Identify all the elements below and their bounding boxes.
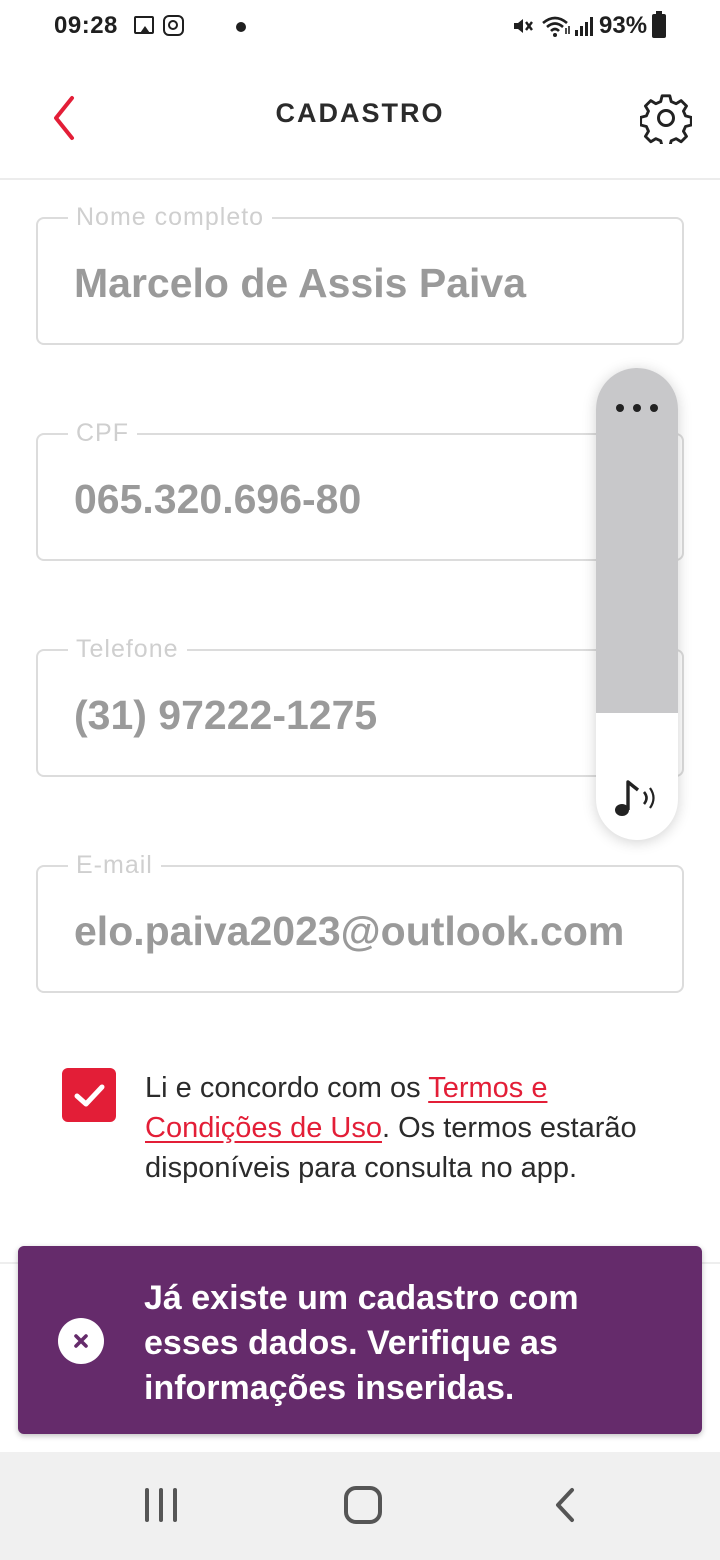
error-toast: Já existe um cadastro com esses dados. V… (18, 1246, 702, 1434)
mute-icon (514, 19, 533, 33)
back-icon[interactable] (550, 1484, 580, 1526)
home-icon[interactable] (344, 1486, 382, 1524)
email-field[interactable]: E-mail elo.paiva2023@outlook.com (36, 849, 684, 993)
field-label: Nome completo (68, 201, 273, 233)
app-header: CADASTRO (0, 56, 720, 180)
full-name-field[interactable]: Nome completo Marcelo de Assis Paiva (36, 201, 684, 345)
field-value: Marcelo de Assis Paiva (74, 260, 527, 306)
page-title: CADASTRO (275, 98, 445, 128)
field-label: Telefone (68, 633, 187, 665)
battery-icon (652, 11, 666, 38)
system-nav-bar (0, 1452, 720, 1560)
phone-field[interactable]: Telefone (31) 97222-1275 (36, 633, 684, 777)
terms-checkbox[interactable] (62, 1068, 116, 1122)
recent-apps-icon[interactable] (143, 1488, 183, 1524)
toast-message: Já existe um cadastro com esses dados. V… (144, 1279, 579, 1407)
volume-panel[interactable] (596, 368, 678, 840)
gallery-icon (134, 16, 154, 34)
status-time: 09:28 (54, 12, 118, 39)
gear-icon[interactable] (640, 92, 692, 144)
wifi-icon (542, 16, 570, 37)
signal-icon (575, 17, 593, 36)
instagram-icon (163, 15, 184, 36)
terms-text: Li e concordo com os Termos e Condições … (145, 1068, 690, 1188)
field-label: E-mail (68, 849, 161, 881)
music-note-icon[interactable] (612, 776, 662, 820)
field-value: (31) 97222-1275 (74, 692, 378, 738)
field-value: 065.320.696-80 (74, 476, 362, 522)
field-label: CPF (68, 417, 137, 449)
terms-text-before: Li e concordo com os (145, 1072, 429, 1104)
field-value: elo.paiva2023@outlook.com (74, 908, 625, 954)
dot-icon (236, 22, 246, 32)
cpf-field[interactable]: CPF 065.320.696-80 (36, 417, 684, 561)
more-horizontal-icon[interactable] (614, 394, 660, 422)
close-icon[interactable] (58, 1318, 104, 1364)
battery-percent: 93% (599, 12, 648, 39)
status-bar: 09:28 93% (0, 0, 720, 56)
